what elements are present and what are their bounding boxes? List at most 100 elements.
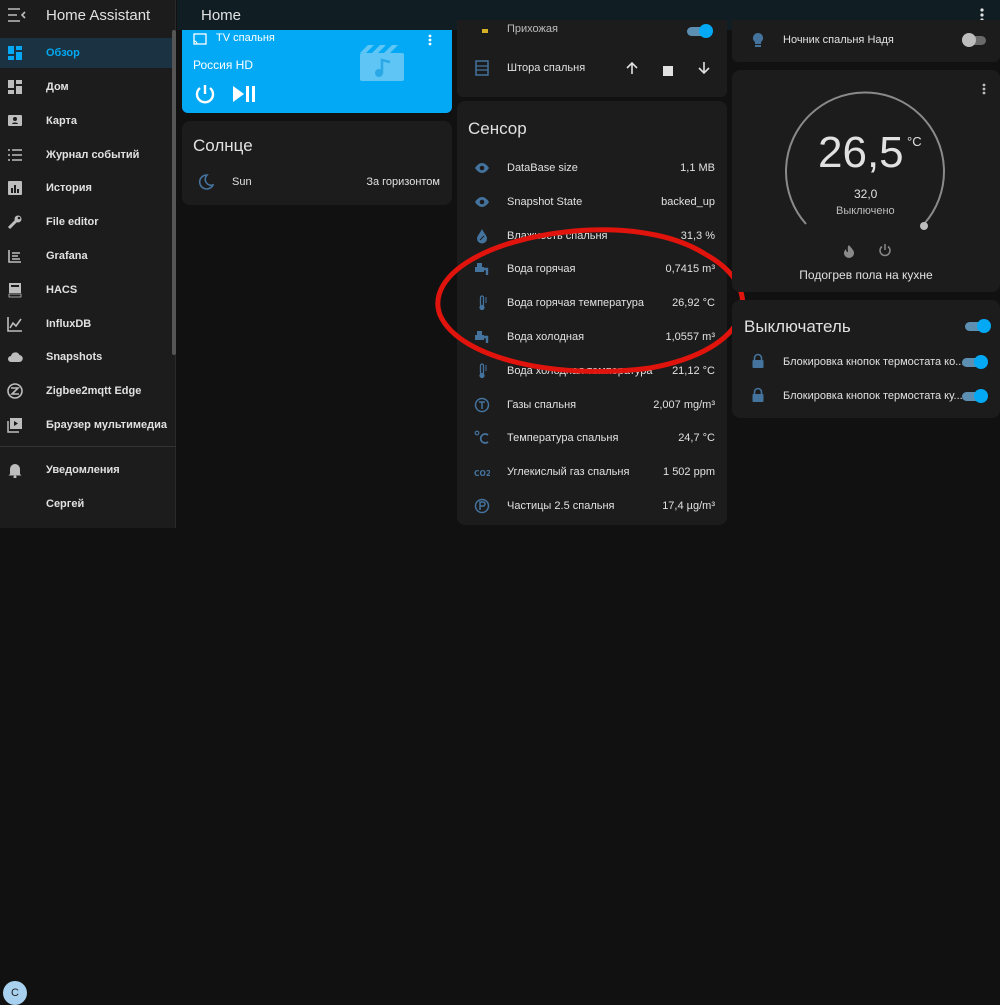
particles-icon bbox=[474, 498, 490, 514]
sidebar-scrollbar[interactable] bbox=[172, 30, 176, 355]
lock-icon bbox=[751, 353, 767, 369]
sensor-row[interactable]: Температура спальня 24,7 °C bbox=[457, 426, 727, 450]
wrench-icon bbox=[7, 214, 23, 230]
sensor-row[interactable]: Газы спальня 2,007 mg/m³ bbox=[457, 393, 727, 417]
window-shutter-icon bbox=[474, 60, 490, 76]
sun-row-label[interactable]: Sun bbox=[232, 176, 252, 188]
stop-icon[interactable] bbox=[663, 63, 673, 81]
sensor-row[interactable]: Частицы 2.5 спальня 17,4 µg/m³ bbox=[457, 494, 727, 518]
sidebar-item-home[interactable]: Дом bbox=[0, 72, 172, 102]
list-icon bbox=[7, 147, 23, 163]
sidebar-item-label: История bbox=[46, 182, 92, 194]
sensor-value: 2,007 mg/m³ bbox=[653, 398, 715, 411]
annotation-ellipse bbox=[435, 227, 746, 374]
sidebar-item-label: Карта bbox=[46, 115, 78, 127]
sensor-value: 1,1 MB bbox=[680, 162, 715, 174]
app-title: Home Assistant bbox=[46, 6, 151, 24]
entity-label[interactable]: Прихожая bbox=[507, 23, 558, 35]
sun-card: Солнце Sun За горизонтом bbox=[182, 121, 452, 205]
grafana-icon bbox=[7, 248, 23, 264]
sensor-row[interactable]: Snapshot State backed_up bbox=[457, 190, 727, 214]
weather-night-icon bbox=[198, 174, 215, 190]
play-pause-icon[interactable] bbox=[232, 85, 256, 108]
thermostat-status: Выключено bbox=[836, 205, 895, 217]
sidebar-item-profile[interactable]: С Сергей bbox=[0, 489, 172, 1005]
sidebar-item-file-editor[interactable]: File editor bbox=[0, 207, 172, 237]
sensor-label: Температура спальня bbox=[507, 432, 619, 445]
switch-label[interactable]: Блокировка кнопок термостата ку... bbox=[783, 390, 963, 402]
sensor-label: Углекислый газ спальня bbox=[507, 466, 630, 479]
sidebar-item-label: Grafana bbox=[46, 250, 88, 262]
sensor-label: Частицы 2.5 спальня bbox=[507, 500, 615, 512]
toggle-switch[interactable] bbox=[687, 24, 713, 38]
nightlight-label[interactable]: Ночник спальня Надя bbox=[783, 34, 894, 46]
more-vert-icon[interactable] bbox=[982, 82, 986, 100]
switch-label[interactable]: Блокировка кнопок термостата ко... bbox=[783, 356, 964, 368]
lock-icon bbox=[751, 387, 767, 403]
card-title: Выключатель bbox=[744, 317, 851, 336]
thermostat-unit: °C bbox=[907, 134, 922, 149]
card-title: Солнце bbox=[193, 136, 253, 155]
sidebar-item-label: Snapshots bbox=[46, 351, 103, 363]
power-icon[interactable] bbox=[878, 243, 892, 262]
sidebar-item-overview[interactable]: Обзор bbox=[0, 38, 172, 68]
media-player-card[interactable]: TV спальня Россия HD bbox=[182, 30, 452, 113]
sidebar-item-label: Обзор bbox=[46, 47, 80, 59]
sidebar-item-label: File editor bbox=[46, 216, 99, 228]
sun-row-value: За горизонтом bbox=[366, 176, 440, 188]
svg-text:CO2: CO2 bbox=[474, 469, 490, 478]
sidebar-item-label: Zigbee2mqtt Edge bbox=[46, 385, 142, 397]
sidebar-item-media-browser[interactable]: Браузер мультимедиа bbox=[0, 410, 172, 440]
chart-icon bbox=[7, 180, 23, 196]
arrow-up-icon[interactable] bbox=[625, 61, 639, 80]
co2-icon: CO2 bbox=[474, 464, 491, 480]
sidebar-item-history[interactable]: История bbox=[0, 173, 172, 203]
sidebar-item-grafana[interactable]: Grafana bbox=[0, 241, 172, 271]
video-music-icon bbox=[360, 45, 404, 86]
sidebar-item-hacs[interactable]: HACS bbox=[0, 275, 172, 305]
menu-collapse-icon[interactable] bbox=[8, 8, 26, 22]
sidebar-item-map[interactable]: Карта bbox=[0, 106, 172, 136]
fire-icon[interactable] bbox=[843, 244, 855, 263]
eye-icon bbox=[474, 160, 490, 176]
sidebar-item-label: Браузер мультимедиа bbox=[46, 419, 167, 431]
sensor-value: 24,7 °C bbox=[678, 432, 715, 445]
sidebar-item-influxdb[interactable]: InfluxDB bbox=[0, 309, 172, 339]
curtain-label[interactable]: Штора спальня bbox=[507, 62, 585, 74]
sensor-row[interactable]: DataBase size 1,1 MB bbox=[457, 156, 727, 180]
thermostat-current-temp: 26,5 bbox=[818, 128, 904, 177]
sidebar-item-label: Уведомления bbox=[46, 464, 120, 476]
arrow-down-icon[interactable] bbox=[697, 61, 711, 80]
entities-card: Прихожая Штора спальня bbox=[457, 20, 727, 97]
sidebar-item-zigbee2mqtt[interactable]: Zigbee2mqtt Edge bbox=[0, 376, 172, 406]
sidebar-item-logbook[interactable]: Журнал событий bbox=[0, 140, 172, 170]
lightbulb-icon bbox=[477, 26, 493, 42]
map-icon bbox=[7, 113, 23, 129]
thermostat-name: Подогрев пола на кухне bbox=[799, 268, 933, 282]
sidebar-item-label: Журнал событий bbox=[46, 149, 140, 161]
card-title: Сенсор bbox=[468, 119, 527, 138]
avatar: С bbox=[3, 981, 27, 1005]
sensor-label: Газы спальня bbox=[507, 398, 577, 411]
sensor-label: Snapshot State bbox=[507, 195, 583, 208]
nightlight-card: Ночник спальня Надя bbox=[732, 20, 1000, 62]
eye-icon bbox=[474, 194, 490, 210]
sidebar-header: Home Assistant bbox=[0, 0, 175, 30]
sensor-row[interactable]: CO2 Углекислый газ спальня 1 502 ppm bbox=[457, 460, 727, 484]
nightlight-toggle[interactable] bbox=[962, 33, 988, 47]
switch-toggle[interactable] bbox=[962, 389, 988, 403]
line-chart-icon bbox=[7, 316, 23, 332]
sensor-value: 1 502 ppm bbox=[663, 466, 715, 479]
sidebar-item-label: HACS bbox=[46, 284, 78, 296]
thermostat-target: 32,0 bbox=[854, 187, 878, 201]
page-title: Home bbox=[201, 6, 242, 24]
sidebar-item-notifications[interactable]: Уведомления bbox=[0, 455, 172, 485]
sidebar-item-snapshots[interactable]: Snapshots bbox=[0, 342, 172, 372]
power-icon[interactable] bbox=[194, 83, 216, 110]
dashboard-icon bbox=[7, 45, 23, 61]
header-toggle[interactable] bbox=[965, 319, 991, 333]
switch-toggle[interactable] bbox=[962, 355, 988, 369]
media-more-icon[interactable] bbox=[428, 33, 432, 51]
sidebar-item-label: InfluxDB bbox=[46, 318, 92, 330]
media-channel: Россия HD bbox=[193, 58, 254, 72]
